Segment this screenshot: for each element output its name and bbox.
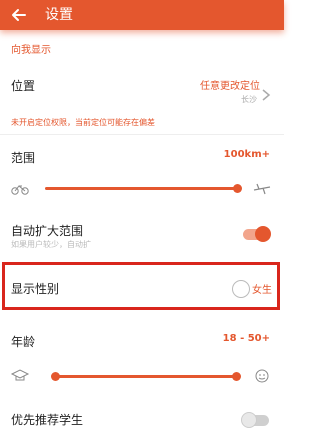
top-app-bar: 设置 bbox=[0, 0, 284, 30]
range-label: 范围 bbox=[11, 151, 36, 165]
show-gender-label: 显示性别 bbox=[11, 282, 60, 296]
airplane-icon bbox=[253, 183, 271, 195]
show-gender-value: 女生 bbox=[252, 285, 272, 296]
toggle-knob bbox=[241, 412, 257, 428]
graduation-cap-icon bbox=[10, 369, 30, 381]
range-slider-track[interactable] bbox=[45, 187, 240, 190]
location-warning: 未开启定位权限，当前定位可能存在偏差 bbox=[11, 118, 155, 127]
gender-radio[interactable] bbox=[232, 280, 250, 298]
age-slider-track[interactable] bbox=[55, 375, 236, 378]
priority-students-label: 优先推荐学生 bbox=[11, 413, 84, 427]
auto-expand-label: 自动扩大范围 bbox=[11, 224, 84, 238]
chevron-right-icon bbox=[262, 89, 271, 101]
toggle-knob bbox=[255, 226, 271, 242]
location-row[interactable]: 位置 任意更改定位 长沙 bbox=[0, 66, 284, 106]
age-value: 18 - 50+ bbox=[222, 333, 270, 344]
age-slider-min-thumb[interactable] bbox=[50, 372, 60, 381]
divider bbox=[0, 134, 284, 135]
age-label: 年龄 bbox=[11, 335, 36, 349]
auto-expand-hint: 如果用户较少，自动扩 bbox=[11, 240, 91, 249]
location-label: 位置 bbox=[11, 79, 36, 93]
section-title: 向我显示 bbox=[11, 45, 51, 56]
age-slider-max-thumb[interactable] bbox=[231, 372, 241, 381]
elderly-face-icon bbox=[255, 369, 269, 383]
range-slider-thumb[interactable] bbox=[232, 184, 242, 193]
range-value: 100km+ bbox=[223, 149, 270, 160]
priority-students-toggle[interactable] bbox=[241, 412, 269, 428]
page-title: 设置 bbox=[45, 7, 73, 23]
location-sub-value: 长沙 bbox=[241, 95, 257, 104]
location-value: 任意更改定位 bbox=[200, 81, 260, 92]
bicycle-icon bbox=[11, 185, 29, 195]
auto-expand-toggle[interactable] bbox=[243, 226, 271, 242]
arrow-left-icon[interactable] bbox=[8, 4, 30, 26]
